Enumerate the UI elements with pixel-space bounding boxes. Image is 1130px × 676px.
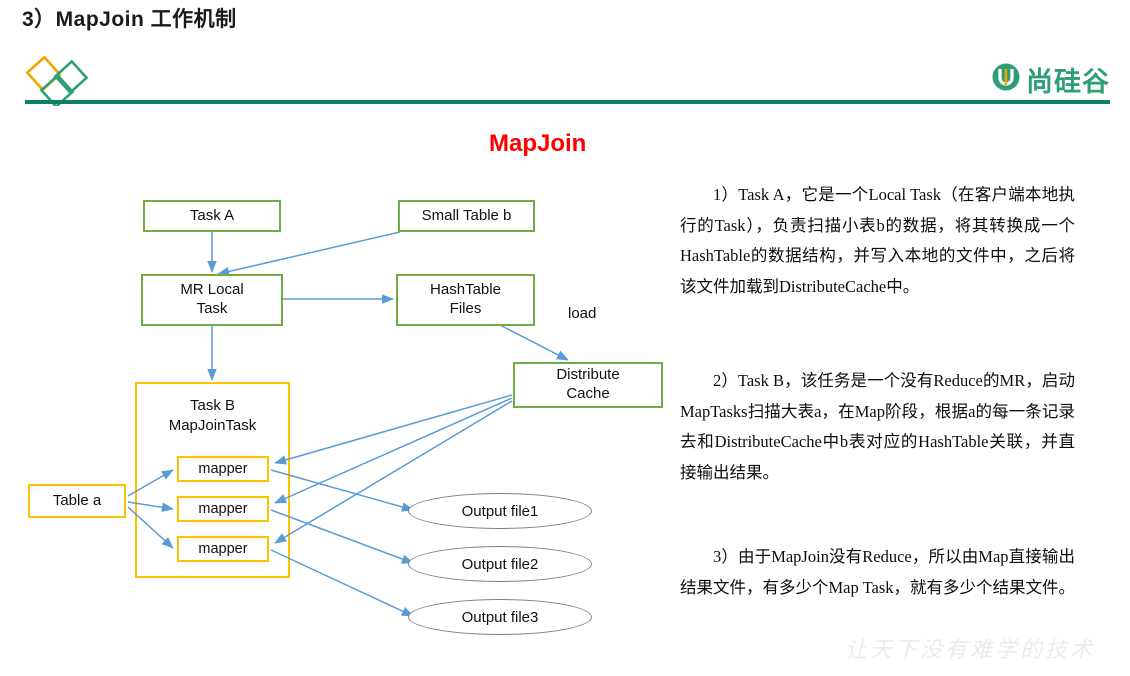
note-paragraph-1: 1）Task A，它是一个Local Task（在客户端本地执行的Task），负… — [680, 185, 1075, 296]
node-mapper-2[interactable]: mapper — [177, 496, 269, 522]
task-b-group-label: Task B MapJoinTask — [168, 397, 257, 434]
brand-name: 尚硅谷 — [1026, 67, 1110, 98]
node-hashtable-files[interactable]: HashTable Files — [396, 274, 535, 326]
node-mr-local-task[interactable]: MR Local Task — [141, 274, 283, 326]
node-mapper-1[interactable]: mapper — [177, 456, 269, 482]
brand-u-icon — [991, 62, 1021, 97]
node-task-a[interactable]: Task A — [143, 200, 281, 232]
diagram-title: MapJoin — [489, 130, 587, 157]
node-output-file-1[interactable]: Output file1 — [408, 493, 592, 529]
edge-label-load: load — [568, 305, 597, 322]
brand-logo: 尚硅谷 — [991, 60, 1110, 99]
watermark: 让天下没有难学的技术 — [845, 638, 1096, 663]
node-output-file-2[interactable]: Output file2 — [408, 546, 592, 582]
node-mapper-3[interactable]: mapper — [177, 536, 269, 562]
note-paragraph-2: 2）Task B，该任务是一个没有Reduce的MR，启动MapTasks扫描大… — [680, 371, 1075, 482]
node-table-a[interactable]: Table a — [28, 484, 126, 518]
node-distribute-cache[interactable]: Distribute Cache — [513, 362, 663, 408]
note-paragraph-3: 3）由于MapJoin没有Reduce，所以由Map直接输出结果文件，有多少个M… — [680, 547, 1075, 597]
node-small-table-b[interactable]: Small Table b — [398, 200, 535, 232]
slide-canvas: 3）MapJoin 工作机制 尚硅谷 MapJoin Task B MapJoi… — [0, 0, 1130, 676]
node-output-file-3[interactable]: Output file3 — [408, 599, 592, 635]
header-divider — [25, 100, 1110, 104]
page-title: 3）MapJoin 工作机制 — [22, 8, 237, 31]
